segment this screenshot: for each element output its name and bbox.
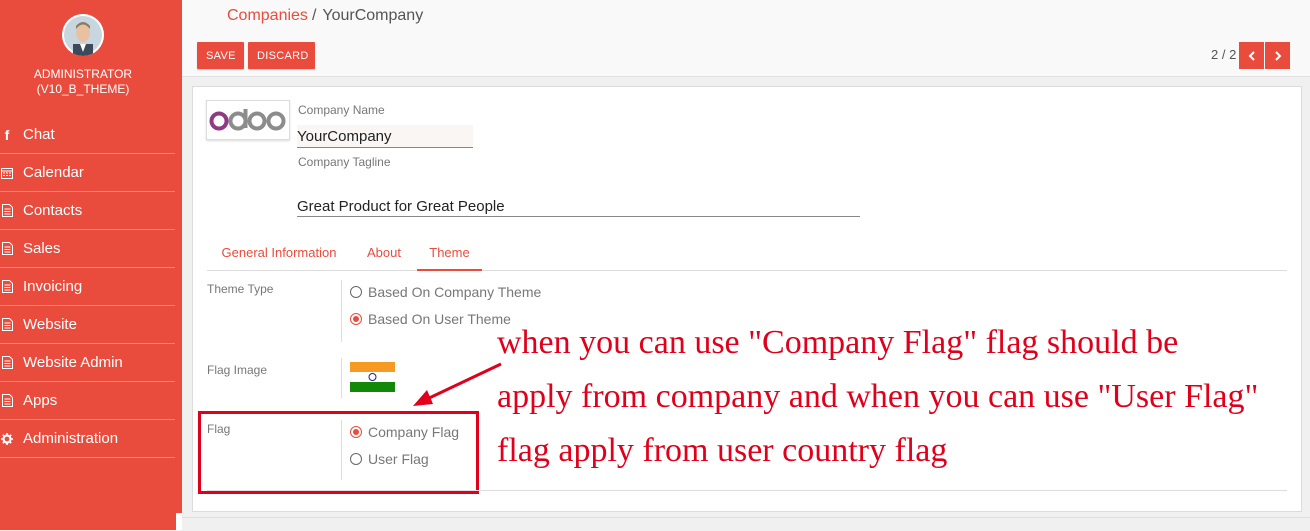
breadcrumb-separator: / xyxy=(311,7,317,24)
tab-about[interactable]: About xyxy=(360,240,408,269)
chevron-left-icon xyxy=(1248,50,1255,61)
calendar-icon xyxy=(0,165,14,181)
form-bottom-divider xyxy=(207,490,1287,491)
flag-image-label: Flag Image xyxy=(207,363,268,377)
sidebar-item-label: Contacts xyxy=(23,202,83,219)
sidebar-item-label: Sales xyxy=(23,240,61,257)
sidebar-item-calendar[interactable]: Calendar xyxy=(0,154,175,192)
user-database-label: (V10_B_THEME) xyxy=(36,82,130,96)
radio-unchecked-icon xyxy=(350,286,362,298)
sidebar-item-label: Chat xyxy=(23,126,55,143)
company-logo[interactable] xyxy=(206,100,290,140)
sidebar-item-website[interactable]: Website xyxy=(0,306,175,344)
theme-option-user-label: Based On User Theme xyxy=(368,311,511,327)
breadcrumb-companies-link[interactable]: Companies xyxy=(227,7,308,24)
company-name-label: Company Name xyxy=(298,103,385,117)
pager-next-button[interactable] xyxy=(1265,42,1290,69)
user-name: ADMINISTRATOR (V10_B_THEME) xyxy=(0,67,166,97)
chakra-icon xyxy=(368,373,377,381)
sidebar-item-chat[interactable]: f Chat xyxy=(0,116,175,154)
annotation-line-2: apply from company and when you can use … xyxy=(497,378,1259,415)
field-divider xyxy=(341,280,342,342)
field-divider xyxy=(341,358,342,398)
sidebar: ADMINISTRATOR (V10_B_THEME) f Chat Calen… xyxy=(0,0,182,530)
save-button[interactable]: SAVE xyxy=(197,42,244,69)
annotation-highlight-box xyxy=(198,411,479,494)
form-footer-bar xyxy=(182,517,1310,531)
pager-value: 2 / 2 xyxy=(1211,47,1237,62)
annotation-line-3: flag apply from user country flag xyxy=(497,432,948,469)
document-icon xyxy=(0,317,14,333)
theme-option-company[interactable]: Based On Company Theme xyxy=(350,283,541,301)
gear-icon xyxy=(0,431,14,447)
sidebar-item-invoicing[interactable]: Invoicing xyxy=(0,268,175,306)
user-name-label: ADMINISTRATOR xyxy=(33,67,133,81)
tab-general-information[interactable]: General Information xyxy=(215,240,343,269)
annotation-arrow-icon xyxy=(413,362,502,406)
sidebar-item-administration[interactable]: Administration xyxy=(0,420,175,458)
theme-option-company-label: Based On Company Theme xyxy=(368,284,542,300)
document-icon xyxy=(0,393,14,409)
discard-button[interactable]: DISCARD xyxy=(248,42,315,69)
sidebar-item-sales[interactable]: Sales xyxy=(0,230,175,268)
sidebar-item-contacts[interactable]: Contacts xyxy=(0,192,175,230)
sidebar-item-label: Calendar xyxy=(23,164,84,181)
sidebar-item-label: Invoicing xyxy=(23,278,83,295)
document-icon xyxy=(0,279,14,295)
sidebar-item-label: Apps xyxy=(23,392,58,409)
sidebar-item-label: Administration xyxy=(23,430,119,447)
document-icon xyxy=(0,241,14,257)
facebook-icon: f xyxy=(4,126,10,143)
theme-type-label: Theme Type xyxy=(207,282,274,296)
radio-checked-icon xyxy=(350,313,362,325)
breadcrumb-current: YourCompany xyxy=(322,7,424,24)
tab-theme[interactable]: Theme xyxy=(417,240,482,271)
sidebar-item-label: Website xyxy=(23,316,77,333)
company-name-field[interactable]: YourCompany xyxy=(297,125,473,148)
odoo-logo xyxy=(209,109,286,131)
sidebar-item-website-admin[interactable]: Website Admin xyxy=(0,344,175,382)
breadcrumb: Companies / YourCompany xyxy=(227,7,423,25)
sidebar-item-apps[interactable]: Apps xyxy=(0,382,175,420)
notebook-tabs: General Information About Theme xyxy=(207,240,1287,271)
sidebar-item-label: Website Admin xyxy=(23,354,123,371)
control-panel: Companies / YourCompany SAVE DISCARD 2 / 2 xyxy=(182,0,1310,77)
user-avatar-icon xyxy=(62,14,104,56)
theme-option-user[interactable]: Based On User Theme xyxy=(350,310,511,328)
annotation-line-1: when you can use "Company Flag" flag sho… xyxy=(497,324,1179,361)
avatar[interactable] xyxy=(62,14,104,56)
pager-previous-button[interactable] xyxy=(1239,42,1264,69)
document-icon xyxy=(0,203,14,219)
chevron-right-icon xyxy=(1274,50,1281,61)
document-icon xyxy=(0,355,14,371)
india-flag-image[interactable] xyxy=(350,362,395,392)
company-tagline-label: Company Tagline xyxy=(298,155,391,169)
app-menu: f Chat Calendar Contacts Sales Invoicing… xyxy=(0,116,175,458)
company-tagline-field[interactable]: Great Product for Great People xyxy=(297,197,860,217)
